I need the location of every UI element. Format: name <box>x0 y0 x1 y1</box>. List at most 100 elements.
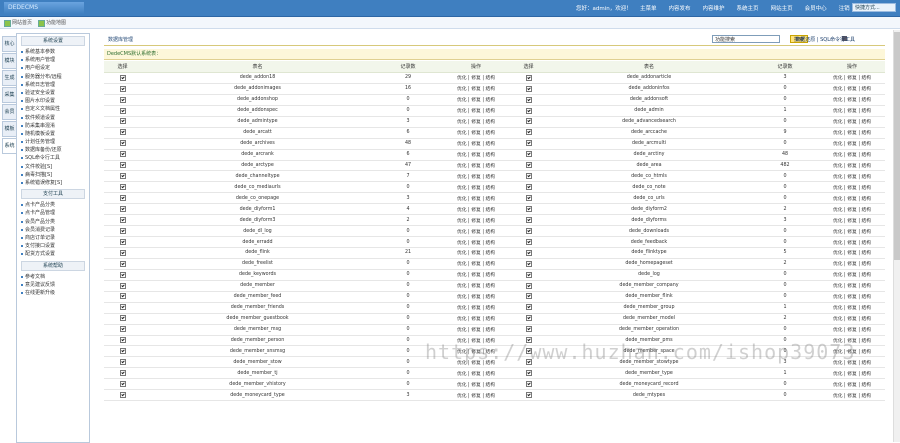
row-checkbox[interactable] <box>119 304 126 311</box>
row-actions[interactable]: 优化 | 修复 | 结构 <box>819 378 885 391</box>
row-checkbox[interactable] <box>119 140 126 147</box>
function-map-link[interactable]: 功能地图 <box>46 19 66 26</box>
row-actions[interactable]: 优化 | 修复 | 结构 <box>442 192 510 205</box>
row-actions[interactable]: 优化 | 修复 | 结构 <box>442 378 510 391</box>
row-checkbox[interactable] <box>119 184 126 191</box>
row-checkbox[interactable] <box>525 74 532 81</box>
row-actions[interactable]: 优化 | 修复 | 结构 <box>819 302 885 314</box>
sidebar-section-title[interactable]: 系统帮助 <box>21 260 85 271</box>
tab-module[interactable]: 模块 <box>2 53 17 69</box>
nav-system-home[interactable]: 系统主页 <box>737 4 759 12</box>
sidebar-item[interactable]: 点卡产品管理 <box>17 209 89 217</box>
row-checkbox[interactable] <box>525 216 532 223</box>
header-links[interactable]: 数据还原 | SQL命令行工具 <box>795 36 855 43</box>
row-actions[interactable]: 优化 | 修复 | 结构 <box>819 269 885 281</box>
sidebar-item[interactable]: 用户组设定 <box>17 64 89 72</box>
nav-site-home[interactable]: 网站主页 <box>771 4 793 12</box>
row-actions[interactable]: 优化 | 修复 | 结构 <box>819 149 885 161</box>
row-actions[interactable]: 优化 | 修复 | 结构 <box>819 181 885 194</box>
sidebar-item[interactable]: 系统用户管理 <box>17 56 89 64</box>
row-checkbox[interactable] <box>119 282 126 289</box>
row-actions[interactable]: 优化 | 修复 | 结构 <box>442 72 510 84</box>
row-checkbox[interactable] <box>525 271 532 278</box>
row-actions[interactable]: 优化 | 修复 | 结构 <box>442 214 510 227</box>
row-checkbox[interactable] <box>119 151 126 158</box>
row-actions[interactable]: 优化 | 修复 | 结构 <box>442 83 510 95</box>
row-checkbox[interactable] <box>119 348 126 355</box>
sidebar-item[interactable]: 随机模板设置 <box>17 130 89 138</box>
row-checkbox[interactable] <box>525 129 532 136</box>
sidebar-item[interactable]: 文件校验[S] <box>17 163 89 171</box>
row-checkbox[interactable] <box>119 227 126 234</box>
sidebar-item[interactable]: 验证安全设置 <box>17 89 89 97</box>
tab-template[interactable]: 模板 <box>2 121 17 137</box>
tab-collect[interactable]: 采集 <box>2 87 17 103</box>
sidebar-item[interactable]: 意见建议反馈 <box>17 281 89 289</box>
row-actions[interactable]: 优化 | 修复 | 结构 <box>442 389 510 402</box>
row-actions[interactable]: 优化 | 修复 | 结构 <box>819 258 885 270</box>
row-actions[interactable]: 优化 | 修复 | 结构 <box>819 324 885 336</box>
sidebar-item[interactable]: 系统错误修复[S] <box>17 179 89 187</box>
site-home-link[interactable]: 网站首页 <box>12 19 32 26</box>
sidebar-item[interactable]: 数据库备份/还原 <box>17 146 89 154</box>
row-checkbox[interactable] <box>119 315 126 322</box>
row-actions[interactable]: 优化 | 修复 | 结构 <box>442 247 510 259</box>
row-actions[interactable]: 优化 | 修复 | 结构 <box>442 181 510 194</box>
row-actions[interactable]: 优化 | 修复 | 结构 <box>442 313 510 325</box>
quick-select[interactable]: 快捷方式... <box>852 3 896 12</box>
row-checkbox[interactable] <box>525 205 532 212</box>
row-checkbox[interactable] <box>525 184 532 191</box>
tab-member[interactable]: 会员 <box>2 104 17 120</box>
sidebar-item[interactable]: 计划任务管理 <box>17 138 89 146</box>
row-actions[interactable]: 优化 | 修复 | 结构 <box>442 105 510 117</box>
row-checkbox[interactable] <box>525 249 532 256</box>
row-actions[interactable]: 优化 | 修复 | 结构 <box>819 203 885 216</box>
row-checkbox[interactable] <box>525 195 532 202</box>
sidebar-item[interactable]: 服务器分布/远程 <box>17 73 89 81</box>
row-actions[interactable]: 优化 | 修复 | 结构 <box>819 83 885 95</box>
row-checkbox[interactable] <box>525 260 532 267</box>
row-checkbox[interactable] <box>525 85 532 92</box>
row-actions[interactable]: 优化 | 修复 | 结构 <box>442 236 510 248</box>
row-actions[interactable]: 优化 | 修复 | 结构 <box>819 389 885 402</box>
row-checkbox[interactable] <box>119 370 126 377</box>
row-actions[interactable]: 优化 | 修复 | 结构 <box>442 225 510 238</box>
row-checkbox[interactable] <box>525 118 532 125</box>
sidebar-item[interactable]: 点卡产品分类 <box>17 201 89 209</box>
row-actions[interactable]: 优化 | 修复 | 结构 <box>442 203 510 216</box>
row-actions[interactable]: 优化 | 修复 | 结构 <box>442 291 510 303</box>
row-checkbox[interactable] <box>119 260 126 267</box>
row-checkbox[interactable] <box>119 96 126 103</box>
row-actions[interactable]: 优化 | 修复 | 结构 <box>442 160 510 172</box>
row-checkbox[interactable] <box>525 315 532 322</box>
nav-publish[interactable]: 内容发布 <box>669 4 691 12</box>
row-checkbox[interactable] <box>119 205 126 212</box>
row-actions[interactable]: 优化 | 修复 | 结构 <box>442 170 510 183</box>
tab-generate[interactable]: 生成 <box>2 70 17 86</box>
row-actions[interactable]: 优化 | 修复 | 结构 <box>819 225 885 238</box>
row-checkbox[interactable] <box>119 238 126 245</box>
sidebar-item[interactable]: 会员产品分类 <box>17 218 89 226</box>
row-checkbox[interactable] <box>525 380 532 387</box>
row-actions[interactable]: 优化 | 修复 | 结构 <box>442 127 510 139</box>
row-checkbox[interactable] <box>525 151 532 158</box>
row-actions[interactable]: 优化 | 修复 | 结构 <box>819 214 885 227</box>
sidebar-item[interactable]: 病毒扫描[S] <box>17 171 89 179</box>
row-actions[interactable]: 优化 | 修复 | 结构 <box>819 192 885 205</box>
row-checkbox[interactable] <box>525 162 532 169</box>
row-checkbox[interactable] <box>525 107 532 114</box>
row-actions[interactable]: 优化 | 修复 | 结构 <box>442 269 510 281</box>
nav-maintain[interactable]: 内容维护 <box>703 4 725 12</box>
row-actions[interactable]: 优化 | 修复 | 结构 <box>819 367 885 380</box>
sidebar-item[interactable]: 在线更新升级 <box>17 289 89 297</box>
sidebar-item[interactable]: 系统日志管理 <box>17 81 89 89</box>
sidebar-section-title[interactable]: 系统设置 <box>21 36 85 46</box>
row-actions[interactable]: 优化 | 修复 | 结构 <box>819 116 885 128</box>
row-checkbox[interactable] <box>119 337 126 344</box>
sidebar-section-title[interactable]: 支付工具 <box>21 189 85 200</box>
sidebar-item[interactable]: 图片水印设置 <box>17 97 89 105</box>
row-actions[interactable]: 优化 | 修复 | 结构 <box>442 367 510 380</box>
sidebar-item[interactable]: 会员消费记录 <box>17 226 89 234</box>
row-checkbox[interactable] <box>119 118 126 125</box>
sidebar-item[interactable]: 配货方式设置 <box>17 250 89 258</box>
